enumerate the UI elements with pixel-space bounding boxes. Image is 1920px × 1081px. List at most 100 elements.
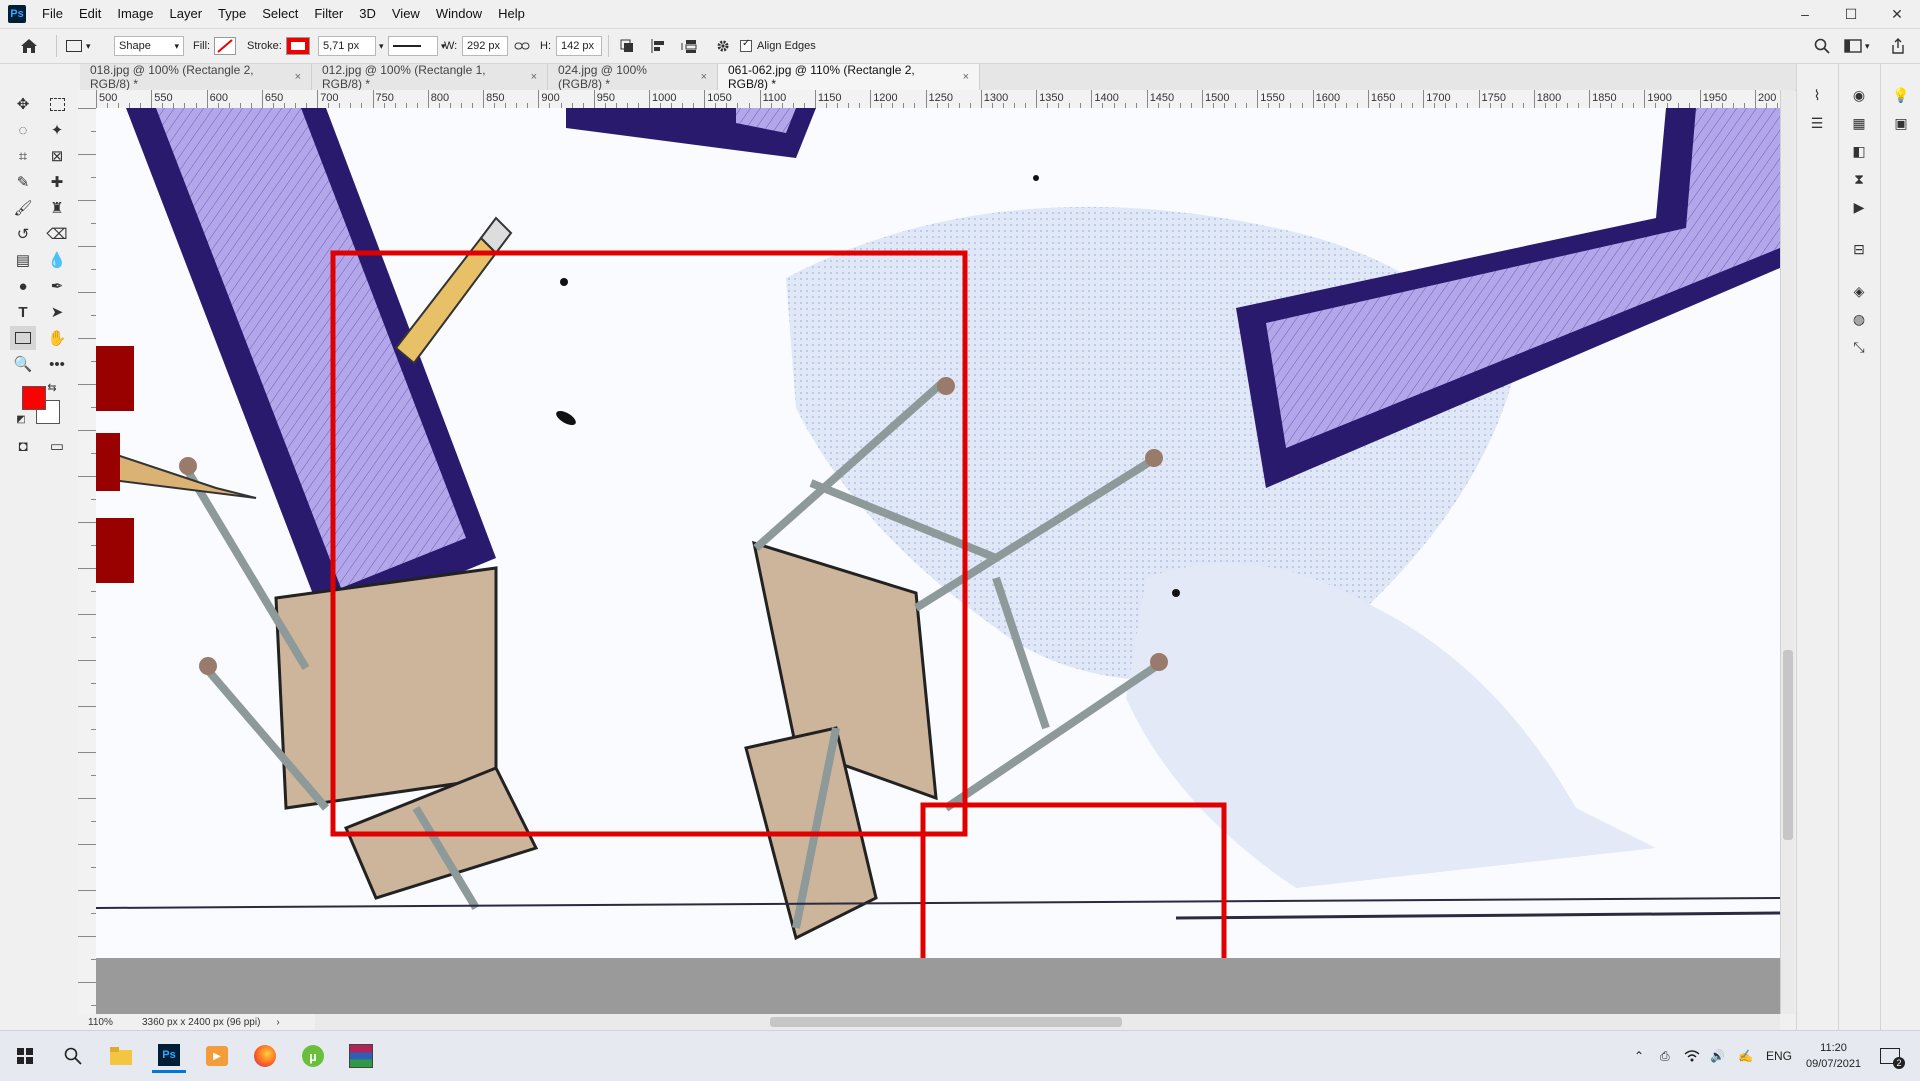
path-selection-tool-icon[interactable]: ➤ (44, 300, 70, 324)
path-alignment-icon[interactable] (651, 29, 667, 63)
path-arrangement-icon[interactable] (680, 29, 698, 63)
torrent-client-icon[interactable]: µ (296, 1039, 330, 1073)
stroke-type-select[interactable] (388, 36, 438, 56)
shape-mode-select[interactable]: Shape ▾ (114, 36, 184, 56)
learn-lightbulb-icon[interactable]: 💡 (1889, 84, 1913, 106)
quick-mask-icon[interactable]: ◘ (10, 434, 36, 458)
swap-colors-icon[interactable]: ⇆ (44, 380, 60, 394)
document-tab-active[interactable]: 061-062.jpg @ 110% (Rectangle 2, RGB/8) … (718, 63, 980, 91)
device-icon[interactable]: ⎙ (1660, 1031, 1670, 1081)
libraries-icon[interactable]: ▣ (1889, 112, 1913, 134)
link-icon[interactable] (514, 29, 530, 63)
minimize-button[interactable]: – (1782, 0, 1828, 28)
network-wifi-icon[interactable] (1684, 1031, 1700, 1081)
close-icon[interactable]: × (963, 71, 969, 83)
paths-icon[interactable]: ⤡ (1847, 336, 1871, 358)
hand-tool-icon[interactable]: ✋ (44, 326, 70, 350)
adjustments-sliders-icon[interactable]: ☰ (1805, 112, 1829, 134)
horizontal-scroll-thumb[interactable] (770, 1017, 1122, 1027)
clock[interactable]: 11:20 09/07/2021 (1806, 1031, 1861, 1081)
search-icon[interactable] (56, 1039, 90, 1073)
media-player-icon[interactable]: ▶ (200, 1039, 234, 1073)
color-panel-icon[interactable]: ◉ (1847, 84, 1871, 106)
menu-filter[interactable]: Filter (306, 0, 351, 28)
document-tab[interactable]: 012.jpg @ 100% (Rectangle 1, RGB/8) * × (312, 63, 548, 91)
close-icon[interactable]: × (531, 71, 537, 83)
status-expand-icon[interactable]: › (276, 1017, 279, 1028)
crop-tool-icon[interactable]: ⌗ (10, 144, 36, 168)
close-icon[interactable]: × (701, 71, 707, 83)
pen-tool-icon[interactable]: ✒ (44, 274, 70, 298)
actions-play-icon[interactable]: ▶ (1847, 196, 1871, 218)
zoom-level[interactable]: 110% (88, 1017, 128, 1028)
document-tab[interactable]: 018.jpg @ 100% (Rectangle 2, RGB/8) * × (80, 63, 312, 91)
more-tools-icon[interactable]: ••• (44, 352, 70, 376)
manga-artwork-canvas[interactable] (96, 108, 1780, 958)
photoshop-taskbar-icon[interactable]: Ps (152, 1039, 186, 1073)
menu-select[interactable]: Select (254, 0, 306, 28)
language-indicator[interactable]: ENG (1766, 1031, 1792, 1081)
menu-help[interactable]: Help (490, 0, 533, 28)
menu-image[interactable]: Image (109, 0, 161, 28)
properties-icon[interactable]: ⊟ (1847, 238, 1871, 260)
screen-mode-icon[interactable]: ▭ (44, 434, 70, 458)
home-icon[interactable] (20, 29, 38, 63)
menu-type[interactable]: Type (210, 0, 254, 28)
foreground-color-swatch[interactable] (22, 386, 46, 410)
healing-brush-tool-icon[interactable]: ✚ (44, 170, 70, 194)
eraser-tool-icon[interactable]: ⌫ (44, 222, 70, 246)
windows-start-icon[interactable] (8, 1039, 42, 1073)
maximize-button[interactable]: ☐ (1828, 0, 1874, 28)
winrar-icon[interactable] (344, 1039, 378, 1073)
close-button[interactable]: ✕ (1874, 0, 1920, 28)
width-input[interactable]: 292 px (462, 36, 508, 56)
default-colors-icon[interactable]: ◩ (14, 412, 28, 426)
menu-3d[interactable]: 3D (351, 0, 384, 28)
brush-tool-icon[interactable]: 🖌 (10, 196, 36, 220)
zoom-tool-icon[interactable]: 🔍 (10, 352, 36, 376)
menu-edit[interactable]: Edit (71, 0, 109, 28)
history-icon[interactable]: ⧗ (1847, 168, 1871, 190)
channels-icon[interactable]: ◍ (1847, 308, 1871, 330)
height-input[interactable]: 142 px (556, 36, 602, 56)
fill-swatch[interactable] (214, 29, 236, 63)
history-brush-tool-icon[interactable]: ↺ (10, 222, 36, 246)
rectangle-tool-preset-icon[interactable]: ▾ (66, 29, 91, 63)
show-hidden-icons-icon[interactable]: ⌃ (1634, 1031, 1644, 1081)
eyedropper-tool-icon[interactable]: ✎ (10, 170, 36, 194)
menu-layer[interactable]: Layer (162, 0, 211, 28)
menu-view[interactable]: View (384, 0, 428, 28)
rectangle-tool-icon[interactable] (10, 326, 36, 350)
share-icon[interactable] (1890, 29, 1906, 63)
document-tab[interactable]: 024.jpg @ 100% (RGB/8) * × (548, 63, 718, 91)
close-icon[interactable]: × (295, 71, 301, 83)
vertical-scroll-thumb[interactable] (1783, 650, 1793, 840)
pen-workspace-icon[interactable]: ✍ (1738, 1031, 1753, 1081)
stroke-width-dropdown-icon[interactable]: ▾ (379, 41, 384, 52)
search-icon[interactable] (1814, 29, 1830, 63)
dodge-tool-icon[interactable]: ● (10, 274, 36, 298)
clone-stamp-tool-icon[interactable]: ♜ (44, 196, 70, 220)
path-operations-icon[interactable] (620, 29, 634, 63)
magic-wand-tool-icon[interactable]: ✦ (44, 118, 70, 142)
blur-tool-icon[interactable]: 💧 (44, 248, 70, 272)
settings-gear-icon[interactable] (716, 29, 730, 63)
type-tool-icon[interactable]: T (10, 300, 36, 324)
notifications-icon[interactable]: 2 (1880, 1031, 1905, 1081)
menu-window[interactable]: Window (428, 0, 490, 28)
brush-settings-icon[interactable]: ⌇ (1805, 84, 1829, 106)
frame-tool-icon[interactable]: ⊠ (44, 144, 70, 168)
swatches-icon[interactable]: ▦ (1847, 112, 1871, 134)
horizontal-scrollbar[interactable] (315, 1014, 1780, 1030)
firefox-icon[interactable] (248, 1039, 282, 1073)
file-explorer-icon[interactable] (104, 1039, 138, 1073)
vertical-scrollbar[interactable] (1780, 90, 1795, 1014)
move-tool-icon[interactable]: ✥ (10, 92, 36, 116)
marquee-tool-icon[interactable] (44, 92, 70, 116)
volume-icon[interactable]: 🔊 (1710, 1031, 1725, 1081)
menu-file[interactable]: File (34, 0, 71, 28)
align-edges-checkbox[interactable]: ✓ (740, 38, 752, 52)
stroke-swatch[interactable] (286, 29, 310, 63)
gradients-icon[interactable]: ◧ (1847, 140, 1871, 162)
layers-icon[interactable]: ◈ (1847, 280, 1871, 302)
